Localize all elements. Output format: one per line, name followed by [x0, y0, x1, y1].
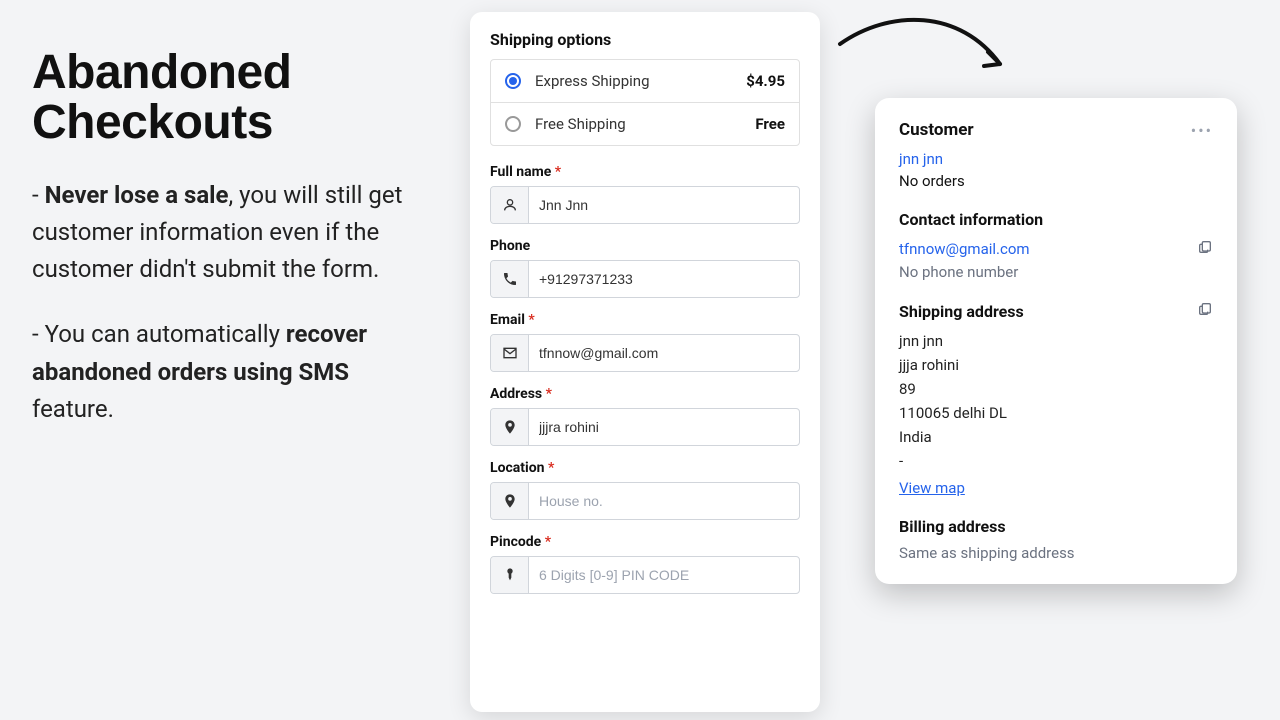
checkout-form: Shipping options Express Shipping $4.95 …: [470, 12, 820, 712]
location-label: Location *: [490, 460, 800, 476]
location-icon: [491, 483, 529, 519]
headline-line2: Checkouts: [32, 96, 273, 149]
field-pincode: Pincode *: [490, 534, 800, 594]
location-icon: [491, 409, 529, 445]
paragraph-2: - You can automatically recover abandone…: [32, 316, 432, 428]
view-map-link[interactable]: View map: [899, 479, 965, 497]
email-input[interactable]: [529, 335, 799, 371]
headline-line1: Abandoned: [32, 46, 291, 99]
field-fullname: Full name *: [490, 164, 800, 224]
radio-icon: [505, 116, 521, 132]
copy-icon[interactable]: [1197, 301, 1213, 321]
customer-email-link[interactable]: tfnnow@gmail.com: [899, 240, 1030, 258]
fullname-input[interactable]: [529, 187, 799, 223]
addr-line: 110065 delhi DL: [899, 401, 1213, 425]
shipping-options-title: Shipping options: [490, 30, 800, 49]
addr-line: jjja rohini: [899, 353, 1213, 377]
address-label: Address *: [490, 386, 800, 402]
more-icon[interactable]: •••: [1191, 121, 1213, 140]
field-phone: Phone: [490, 238, 800, 298]
customer-card: Customer ••• jnn jnn No orders Contact i…: [875, 98, 1237, 584]
address-input[interactable]: [529, 409, 799, 445]
shipping-option-express[interactable]: Express Shipping $4.95: [491, 60, 799, 103]
billing-same-text: Same as shipping address: [899, 544, 1213, 562]
shipping-options: Express Shipping $4.95 Free Shipping Fre…: [490, 59, 800, 146]
shipping-address-block: jnn jnn jjja rohini 89 110065 delhi DL I…: [899, 329, 1213, 473]
shipping-option-free[interactable]: Free Shipping Free: [491, 103, 799, 145]
user-icon: [491, 187, 529, 223]
addr-line: -: [899, 449, 1213, 473]
addr-line: jnn jnn: [899, 329, 1213, 353]
customer-phone: No phone number: [899, 263, 1213, 281]
radio-icon: [505, 73, 521, 89]
fullname-label: Full name *: [490, 164, 800, 180]
copy-icon[interactable]: [1197, 239, 1213, 259]
email-label: Email *: [490, 312, 800, 328]
marketing-copy: Abandoned Checkouts - Never lose a sale,…: [32, 48, 432, 428]
addr-line: 89: [899, 377, 1213, 401]
addr-line: India: [899, 425, 1213, 449]
email-icon: [491, 335, 529, 371]
customer-name-link[interactable]: jnn jnn: [899, 150, 1213, 168]
contact-info-title: Contact information: [899, 210, 1043, 229]
headline: Abandoned Checkouts: [32, 48, 432, 149]
billing-address-title: Billing address: [899, 517, 1213, 536]
field-address: Address *: [490, 386, 800, 446]
location-input[interactable]: [529, 483, 799, 519]
phone-input[interactable]: [529, 261, 799, 297]
pincode-label: Pincode *: [490, 534, 800, 550]
phone-icon: [491, 261, 529, 297]
arrow-decoration: [830, 4, 1030, 104]
field-email: Email *: [490, 312, 800, 372]
customer-title: Customer: [899, 120, 974, 140]
paragraph-1: - Never lose a sale, you will still get …: [32, 177, 432, 289]
field-location: Location *: [490, 460, 800, 520]
pincode-input[interactable]: [529, 557, 799, 593]
phone-label: Phone: [490, 238, 800, 254]
shipping-address-title: Shipping address: [899, 302, 1024, 321]
customer-orders: No orders: [899, 172, 1213, 190]
pin-icon: [491, 557, 529, 593]
